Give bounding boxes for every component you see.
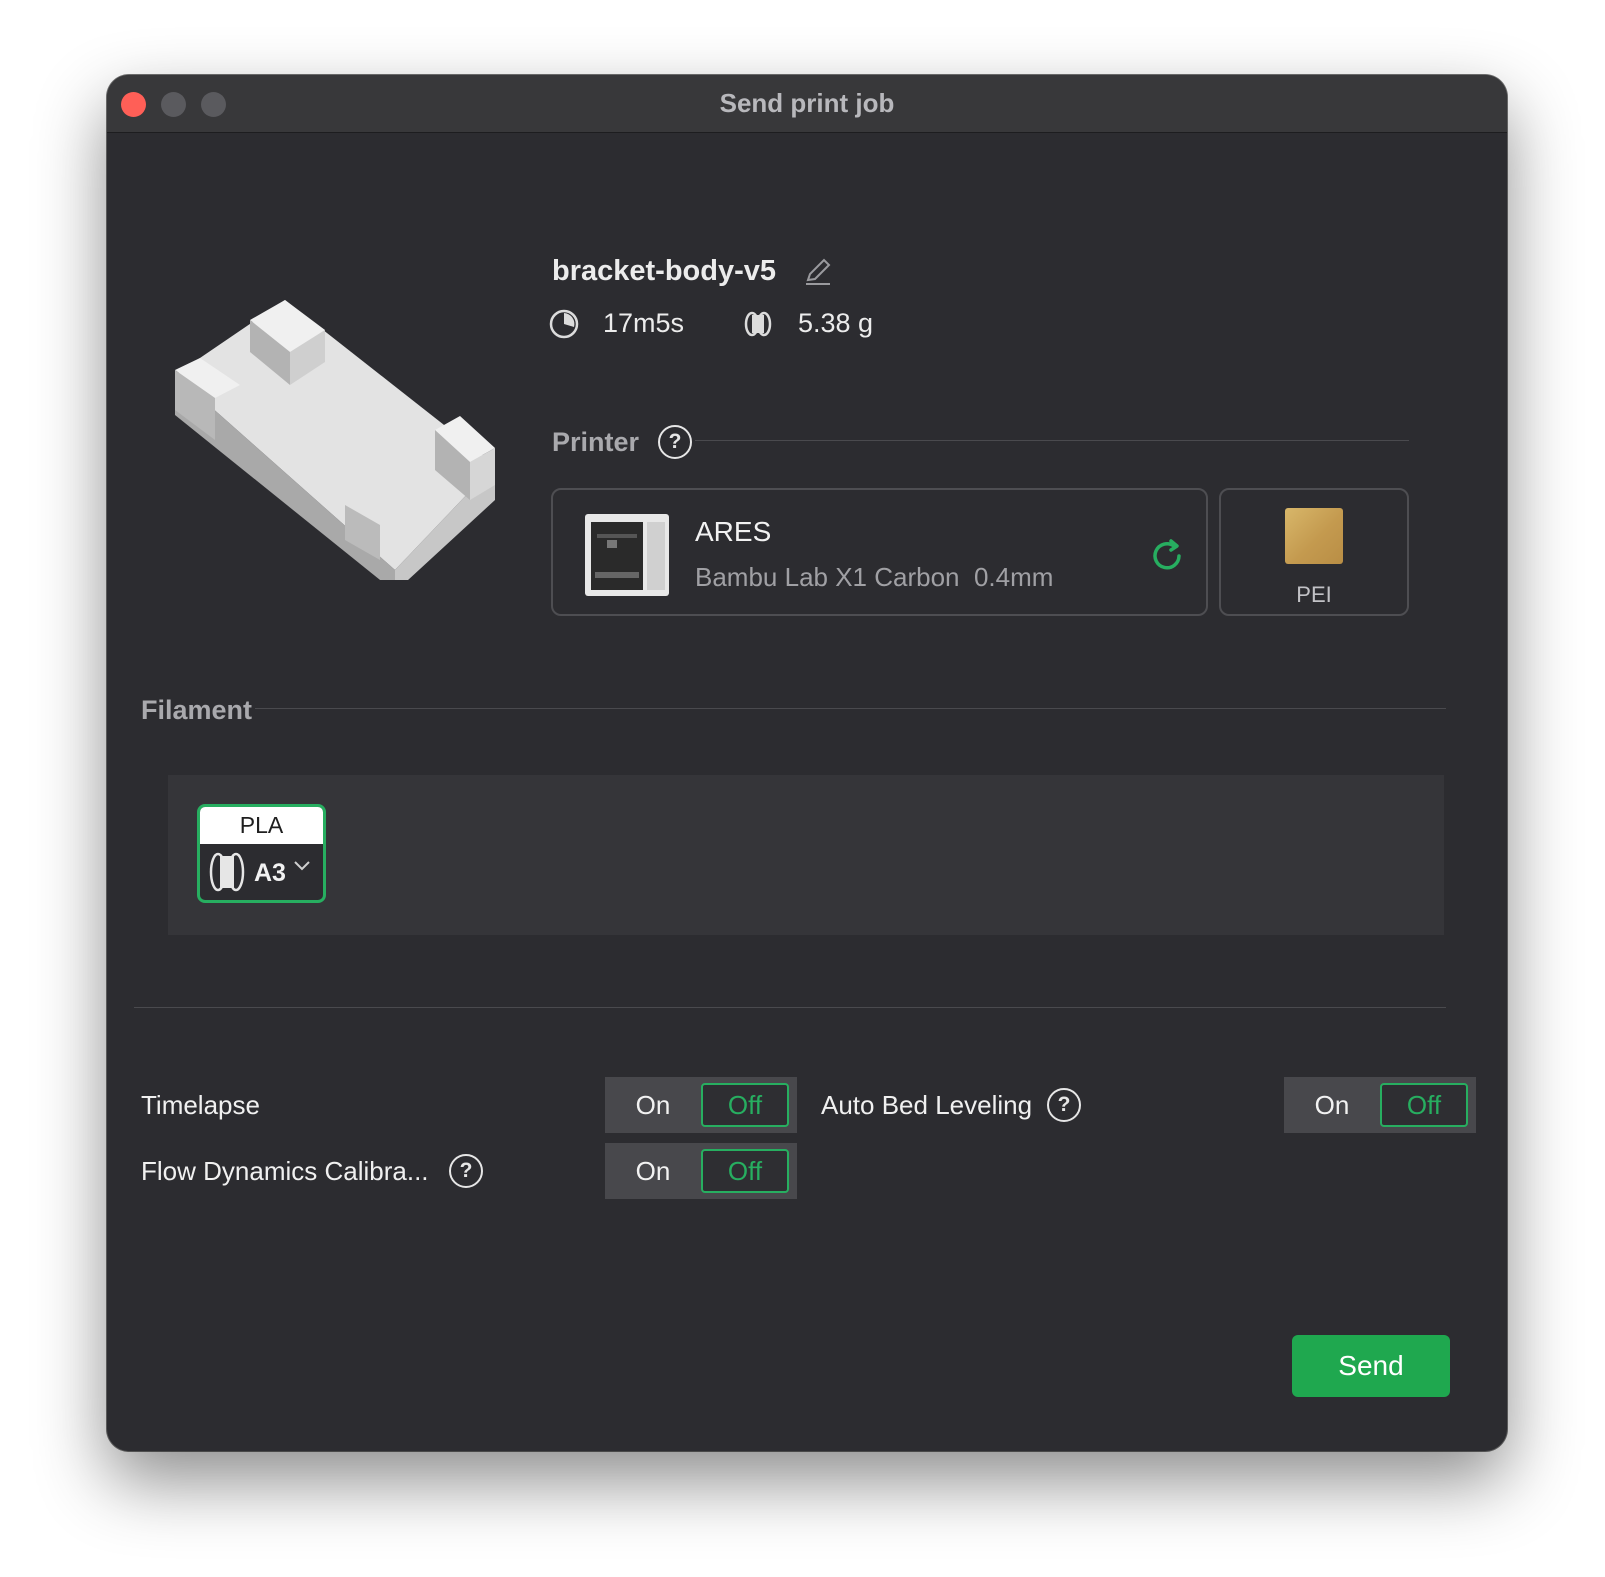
printer-selector[interactable]: ARES Bambu Lab X1 Carbon 0.4mm (551, 488, 1208, 616)
flow-dynamics-off-option[interactable]: Off (701, 1149, 789, 1193)
job-name: bracket-body-v5 (552, 255, 777, 287)
timelapse-off-option[interactable]: Off (701, 1083, 789, 1127)
plate-label: PEI (1296, 582, 1332, 607)
chevron-down-icon[interactable] (293, 859, 311, 873)
spool-icon (209, 852, 245, 892)
spool-icon (744, 311, 772, 337)
pencil-icon[interactable] (802, 256, 834, 288)
auto-bed-leveling-on-option[interactable]: On (1284, 1077, 1380, 1133)
flow-dynamics-toggle: On Off (605, 1143, 797, 1199)
printer-name: ARES (695, 516, 772, 547)
options-divider (134, 1007, 1446, 1008)
flow-dynamics-help-icon[interactable]: ? (449, 1154, 483, 1188)
send-button[interactable]: Send (1292, 1335, 1450, 1397)
nozzle-size: 0.4mm (973, 562, 1054, 592)
filament-slot[interactable]: PLA A3 (197, 804, 326, 903)
filament-panel: PLA A3 (168, 775, 1444, 935)
auto-bed-leveling-toggle: On Off (1284, 1077, 1476, 1133)
send-print-job-dialog: Send print job bracket-body-v5 17m5s 5.3… (107, 75, 1507, 1451)
filament-divider (255, 708, 1446, 709)
timelapse-on-option[interactable]: On (605, 1077, 701, 1133)
printer-model: Bambu Lab X1 Carbon 0.4mm (695, 562, 1053, 593)
model-thumbnail (175, 300, 495, 580)
flow-dynamics-label: Flow Dynamics Calibra... (141, 1156, 429, 1186)
ams-slot-id: A3 (254, 859, 286, 887)
plate-selector[interactable]: PEI (1219, 488, 1409, 616)
clock-icon (549, 309, 579, 339)
print-time: 17m5s (603, 308, 685, 338)
printer-help-icon[interactable]: ? (658, 425, 692, 459)
printer-section-label: Printer (552, 427, 640, 457)
refresh-icon[interactable] (1147, 536, 1187, 576)
timelapse-label: Timelapse (141, 1090, 260, 1120)
timelapse-toggle: On Off (605, 1077, 797, 1133)
auto-bed-leveling-help-icon[interactable]: ? (1047, 1088, 1081, 1122)
filament-type: PLA (200, 807, 323, 844)
auto-bed-leveling-off-option[interactable]: Off (1380, 1083, 1468, 1127)
pei-plate-icon (1285, 508, 1343, 564)
auto-bed-leveling-label: Auto Bed Leveling (821, 1090, 1033, 1120)
window-title: Send print job (719, 88, 895, 118)
printer-image (585, 514, 669, 596)
filament-weight: 5.38 g (798, 308, 874, 338)
flow-dynamics-on-option[interactable]: On (605, 1143, 701, 1199)
printer-divider (695, 440, 1409, 441)
filament-section-label: Filament (141, 695, 253, 725)
title-bar: Send print job (107, 75, 1507, 133)
printer-model-text: Bambu Lab X1 Carbon (695, 562, 960, 592)
